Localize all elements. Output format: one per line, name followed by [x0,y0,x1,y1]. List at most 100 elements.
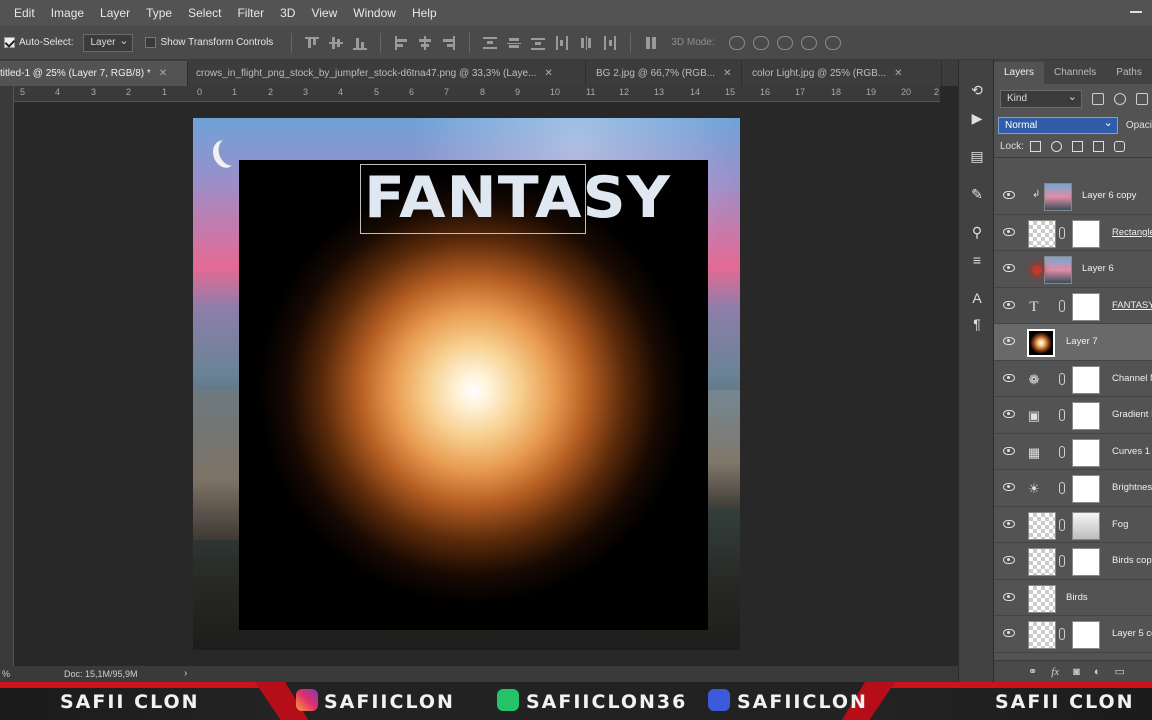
auto-select-checkbox[interactable] [4,37,15,48]
drag-3d-icon[interactable] [776,35,793,50]
align-hcenter-icon[interactable] [418,35,432,50]
actions-play-icon[interactable]: ▶ [969,110,985,126]
layer-name[interactable]: Layer 6 [1082,263,1114,274]
eye-icon[interactable] [1003,483,1015,491]
zoom-level[interactable]: % [2,669,10,679]
menu-image[interactable]: Image [43,0,92,26]
link-chain-icon[interactable] [1059,372,1065,385]
menu-layer[interactable]: Layer [92,0,138,26]
tab-paths[interactable]: Paths [1106,62,1152,84]
filter-pixel-icon[interactable] [1092,93,1104,105]
layer-row-layer-5-copy[interactable]: Layer 5 co [994,616,1152,653]
layer-name[interactable]: Brightness [1112,482,1152,493]
new-group-icon[interactable]: ▭ [1114,665,1124,678]
align-vcenter-icon[interactable] [329,36,344,50]
layer-name[interactable]: Birds copy [1112,555,1152,566]
lock-transparency-icon[interactable] [1029,141,1041,152]
layer-name[interactable]: FANTASY [1112,300,1152,311]
tab-layers[interactable]: Layers [994,62,1045,84]
eye-icon[interactable] [1003,191,1015,199]
tab-color-light[interactable]: color Light.jpg @ 25% (RGB... ✕ [742,61,942,86]
eye-icon[interactable] [1003,446,1015,455]
align-bottom-icon[interactable] [353,36,368,50]
distribute-vcenter-icon[interactable] [507,36,522,50]
status-menu-arrow[interactable]: › [184,668,187,679]
menu-view[interactable]: View [303,0,345,26]
eye-icon[interactable] [1003,410,1015,418]
distribute-bottom-icon[interactable] [531,36,546,50]
lock-brush-icon[interactable] [1050,141,1062,152]
clone-source-icon[interactable]: ⚲ [969,224,985,240]
layer-name[interactable]: Layer 7 [1066,336,1098,347]
filter-kind-dropdown[interactable]: Kind [1000,89,1082,108]
link-chain-icon[interactable] [1059,482,1065,494]
blend-mode-dropdown[interactable]: Normal [998,116,1118,134]
link-chain-icon[interactable] [1059,409,1065,421]
close-icon[interactable]: ✕ [159,68,167,79]
eye-icon[interactable] [1003,373,1015,382]
lock-artboard-icon[interactable] [1092,141,1104,152]
distribute-top-icon[interactable] [483,36,498,50]
layer-name[interactable]: Layer 6 copy [1082,190,1136,201]
link-layers-icon[interactable]: ⚭ [1028,665,1037,678]
menu-filter[interactable]: Filter [229,0,272,26]
layer-row-rectangle[interactable]: Rectangle [994,214,1152,251]
layer-name[interactable]: Fog [1112,519,1128,530]
lock-all-icon[interactable] [1113,141,1125,152]
layer-row-birds-copy[interactable]: Birds copy [994,543,1152,580]
orbit-3d-icon[interactable] [728,35,745,50]
layer-name[interactable]: Birds [1066,592,1088,603]
lock-move-icon[interactable] [1071,141,1083,152]
link-chain-icon[interactable] [1059,555,1065,567]
brush-settings-icon[interactable]: ✎ [969,186,985,202]
eye-icon[interactable] [1003,264,1015,272]
canvas-workspace[interactable]: FANTASY [14,102,940,666]
layer-row-fog[interactable]: Fog [994,506,1152,543]
layer-row-gradient-map[interactable]: ▣ Gradient M [994,397,1152,434]
history-icon[interactable]: ⟲ [969,82,985,98]
link-chain-icon[interactable] [1059,445,1065,458]
filter-adjustment-icon[interactable] [1114,93,1126,105]
show-transform-checkbox[interactable] [145,37,157,48]
layer-name[interactable]: Rectangle [1112,227,1152,238]
adjustments-icon[interactable]: ≡ [969,252,985,268]
layer-row-birds[interactable]: Birds [994,579,1152,616]
character-icon[interactable]: A [969,290,985,306]
scale-3d-icon[interactable] [824,35,841,50]
layer-row-layer-6-copy[interactable]: ↲ Layer 6 copy [994,178,1152,215]
eye-icon[interactable] [1003,337,1015,345]
tab-channels[interactable]: Channels [1044,62,1106,84]
paragraph-icon[interactable]: ¶ [969,316,985,332]
distribute-right-icon[interactable] [603,35,617,50]
new-adjustment-icon[interactable]: ◐ [1094,666,1101,678]
menu-edit[interactable]: Edit [6,0,43,26]
link-chain-icon[interactable] [1059,628,1065,640]
menu-help[interactable]: Help [404,0,445,26]
layer-row-curves-1[interactable]: ▦ Curves 1 [994,433,1152,470]
distribute-left-icon[interactable] [555,35,569,50]
link-chain-icon[interactable] [1059,226,1065,239]
slide-3d-icon[interactable] [800,35,817,50]
close-icon[interactable]: ✕ [894,68,902,79]
eye-icon[interactable] [1003,227,1015,236]
auto-select-dropdown[interactable]: Layer [83,33,134,52]
distribute-hcenter-icon[interactable] [579,35,593,50]
eye-icon[interactable] [1003,519,1015,528]
menu-select[interactable]: Select [180,0,229,26]
menu-window[interactable]: Window [345,0,404,26]
close-icon[interactable]: ✕ [723,68,731,79]
roll-3d-icon[interactable] [752,35,769,50]
eye-icon[interactable] [1003,592,1015,601]
minimize-icon[interactable] [1130,11,1142,13]
eye-icon[interactable] [1003,300,1015,309]
add-mask-icon[interactable]: ◙ [1073,666,1080,678]
eye-icon[interactable] [1003,629,1015,637]
fx-icon[interactable]: fx [1051,666,1059,678]
align-left-icon[interactable] [394,35,408,50]
layer-row-fantasy[interactable]: T FANTASY [994,287,1152,324]
tab-crows-in-flight[interactable]: crows_in_flight_png_stock_by_jumpfer_sto… [188,61,586,86]
close-icon[interactable]: ✕ [544,68,552,79]
tab-bg-2[interactable]: BG 2.jpg @ 66,7% (RGB... ✕ [586,61,742,86]
layer-name[interactable]: Layer 5 co [1112,628,1152,639]
menu-type[interactable]: Type [138,0,180,26]
